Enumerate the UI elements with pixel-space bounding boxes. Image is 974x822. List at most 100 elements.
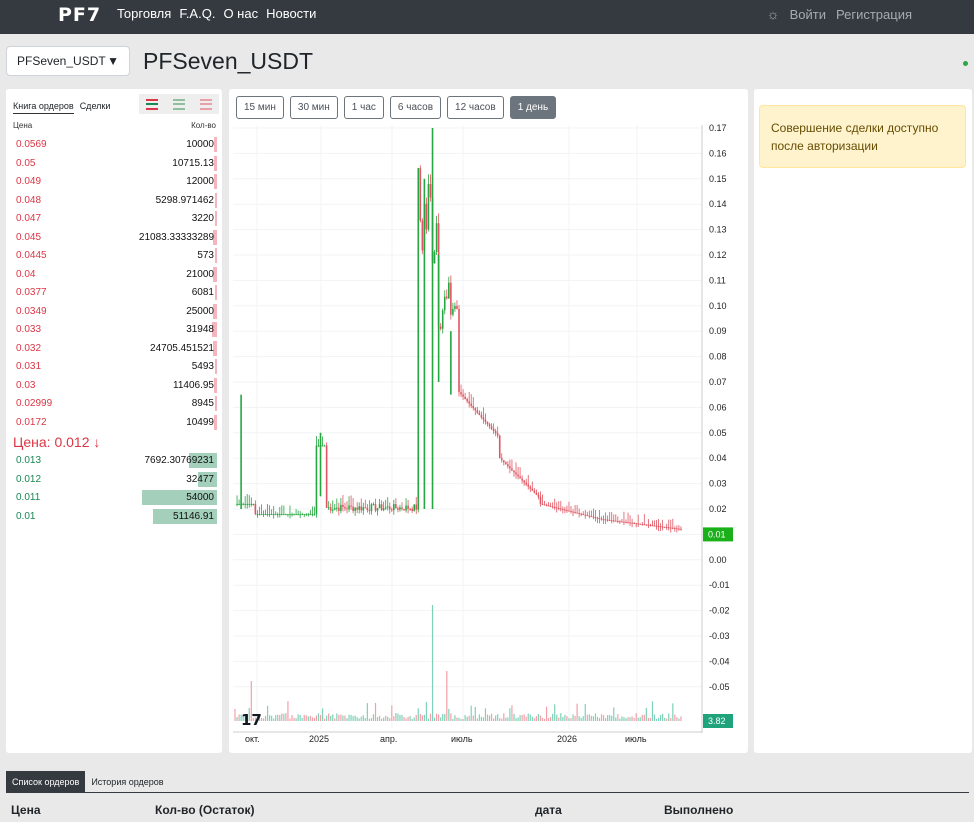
ask-price: 0.03	[16, 379, 36, 391]
volume-bar	[480, 716, 482, 721]
ask-row[interactable]: 0.047 3220	[6, 209, 222, 228]
nav-link-about[interactable]: О нас	[223, 6, 258, 21]
ask-row[interactable]: 0.045 21083.33333289	[6, 228, 222, 247]
ask-row[interactable]: 0.02999 8945	[6, 394, 222, 413]
bid-qty: 54000	[186, 492, 214, 503]
volume-bar	[539, 715, 542, 721]
volume-bar	[336, 713, 338, 721]
book-bids-view-icon[interactable]	[172, 98, 185, 110]
ask-depth-bar	[214, 414, 217, 430]
candle-body	[661, 526, 664, 528]
bid-row[interactable]: 0.011 54000	[6, 488, 222, 507]
candle-body	[399, 507, 401, 510]
candle-body	[333, 508, 336, 510]
volume-bar	[389, 718, 391, 721]
volume-bar	[299, 714, 301, 721]
candle-body	[570, 511, 572, 513]
tab-trades[interactable]: Сделки	[80, 101, 111, 114]
ask-row[interactable]: 0.049 12000	[6, 172, 222, 191]
volume-bar	[381, 718, 383, 721]
volume-bar	[417, 708, 419, 721]
volume-bar	[615, 717, 617, 721]
candle-body	[331, 509, 334, 511]
book-both-view-icon[interactable]	[146, 98, 159, 110]
bid-row[interactable]: 0.013 7692.30769231	[6, 451, 222, 470]
page-title: PFSeven_USDT	[143, 48, 314, 74]
bid-row[interactable]: 0.012 32477	[6, 470, 222, 489]
candle-body	[382, 508, 385, 511]
ask-row[interactable]: 0.031 5493	[6, 357, 222, 376]
time-axis-tick: 2025	[309, 734, 329, 744]
timeframe-button[interactable]: 1 час	[343, 96, 384, 119]
ask-row[interactable]: 0.0349 25000	[6, 302, 222, 321]
pair-select[interactable]: PFSeven_USDT ▼	[6, 46, 130, 76]
candle-body	[313, 514, 316, 516]
volume-bar	[584, 704, 586, 721]
volume-bar	[370, 717, 373, 721]
ask-row[interactable]: 0.0377 6081	[6, 283, 222, 302]
candle-body	[340, 504, 342, 511]
candle-body	[415, 504, 418, 510]
ask-price: 0.04	[16, 268, 36, 280]
timeframe-button[interactable]: 15 мин	[236, 96, 284, 119]
login-link[interactable]: Войти	[790, 7, 826, 22]
nav-link-faq[interactable]: F.A.Q.	[179, 6, 215, 21]
candle-body	[258, 514, 261, 516]
register-link[interactable]: Регистрация	[836, 7, 912, 22]
sun-icon[interactable]: ☼	[767, 6, 780, 22]
site-logo[interactable]: PF7	[58, 4, 101, 26]
volume-bar	[668, 713, 670, 721]
volume-bar	[421, 715, 423, 721]
volume-bar	[407, 716, 409, 721]
nav-link-news[interactable]: Новости	[266, 6, 316, 21]
ask-row[interactable]: 0.0569 10000	[6, 135, 222, 154]
volume-bar	[470, 705, 472, 721]
ask-depth-bar	[214, 137, 217, 152]
candle-body	[474, 408, 477, 411]
book-asks-view-icon[interactable]	[199, 98, 212, 110]
volume-bar	[670, 718, 672, 721]
nav-link-trade[interactable]: Торговля	[117, 6, 171, 21]
ask-row[interactable]: 0.03 11406.95	[6, 376, 222, 395]
ask-row[interactable]: 0.033 31948	[6, 320, 222, 339]
candle-body	[496, 433, 499, 436]
candle-body	[433, 251, 436, 264]
ask-price: 0.05	[16, 157, 36, 169]
ask-row[interactable]: 0.0172 10499	[6, 413, 222, 432]
timeframe-button[interactable]: 30 мин	[289, 96, 338, 119]
candle-body	[295, 514, 297, 516]
candle-body	[659, 526, 662, 528]
candle-body	[551, 506, 554, 508]
ask-price: 0.0349	[16, 305, 47, 317]
candle-body	[503, 460, 505, 463]
ask-row[interactable]: 0.05 10715.13	[6, 154, 222, 173]
ask-row[interactable]: 0.04 21000	[6, 265, 222, 284]
candle-body	[651, 525, 654, 527]
candle-body	[615, 520, 617, 522]
candle-body	[645, 524, 648, 526]
volume-bar	[523, 714, 525, 721]
timeframe-button[interactable]: 12 часов	[447, 96, 504, 119]
bid-row[interactable]: 0.01 51146.91	[6, 507, 222, 526]
ask-row[interactable]: 0.0445 573	[6, 246, 222, 265]
timeframe-button[interactable]: 6 часов	[389, 96, 442, 119]
price-axis-tick: 0.03	[709, 479, 727, 489]
ask-qty: 10000	[186, 139, 214, 150]
volume-bar	[342, 715, 344, 721]
tab-order-list[interactable]: Список ордеров	[6, 771, 86, 792]
tab-order-history[interactable]: История ордеров	[85, 771, 169, 792]
volume-bar	[607, 715, 609, 721]
price-chart[interactable]: 0.17 0.16 0.15 0.14 0.13 0.12 0.11 0.10 0.09 0.08…	[229, 89, 748, 753]
tab-order-book[interactable]: Книга ордеров	[13, 101, 74, 114]
candle-body	[560, 508, 562, 510]
price-axis-tick: 0.13	[709, 225, 727, 235]
candle-body	[262, 514, 265, 516]
candle-body	[448, 282, 450, 299]
candle-body	[238, 503, 240, 505]
ask-row[interactable]: 0.032 24705.451521	[6, 339, 222, 358]
timeframe-button[interactable]: 1 день	[509, 96, 557, 119]
candle-body	[600, 518, 603, 520]
candle-body	[653, 525, 656, 527]
ask-row[interactable]: 0.048 5298.971462	[6, 191, 222, 210]
volume-bar	[588, 714, 590, 721]
